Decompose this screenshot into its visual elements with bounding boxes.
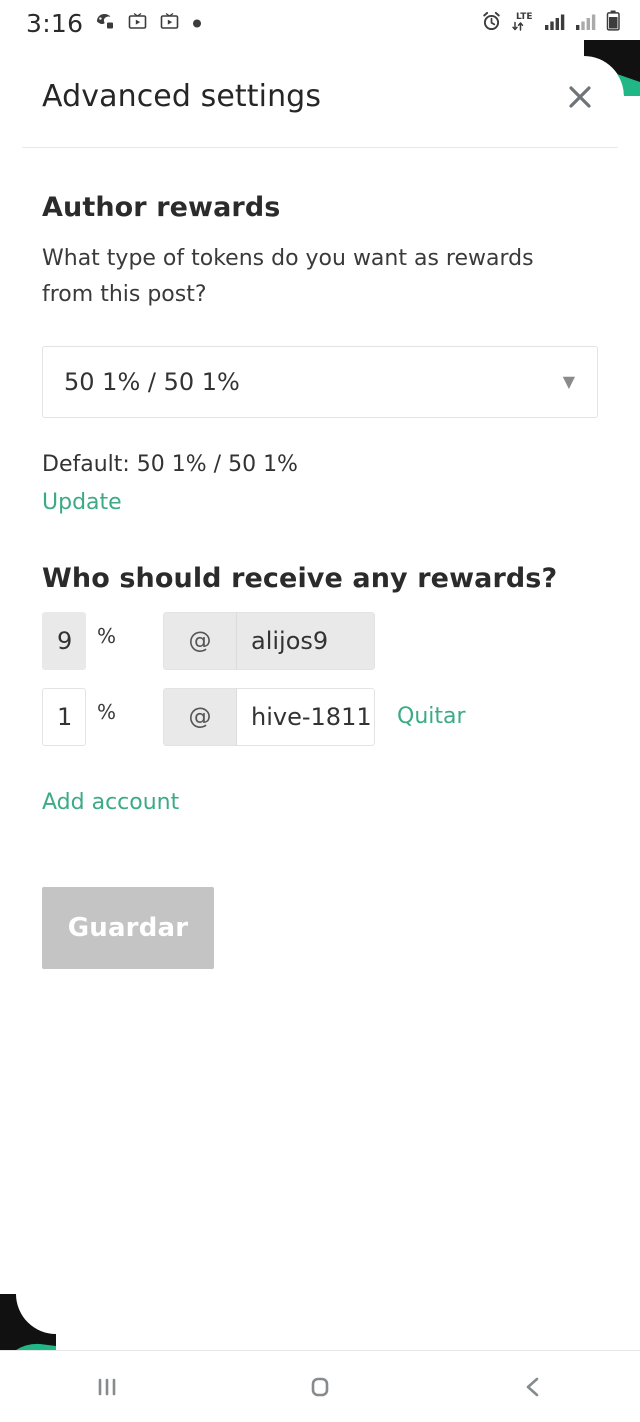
save-button[interactable]: Guardar <box>42 886 214 969</box>
beneficiary-row: % @ <box>42 611 598 670</box>
app-header: Advanced settings <box>0 46 640 147</box>
signal-bars-icon <box>543 10 567 36</box>
percent-group: % <box>42 687 117 746</box>
reward-type-selected-value: 50 1% / 50 1% <box>64 367 240 396</box>
android-nav-bar <box>0 1350 640 1422</box>
chevron-down-icon: ▼ <box>562 371 575 391</box>
header-divider <box>22 147 618 148</box>
at-sign-prefix: @ <box>163 611 238 670</box>
beneficiary-percent-input[interactable] <box>42 687 86 746</box>
svg-text:LTE: LTE <box>516 12 533 22</box>
status-bar-right: LTE <box>480 8 622 38</box>
signal-bars-icon <box>574 10 598 36</box>
settings-content: Author rewards What type of tokens do yo… <box>0 192 640 969</box>
add-account-link[interactable]: Add account <box>42 790 179 815</box>
lte-data-icon: LTE <box>510 8 536 38</box>
beneficiary-percent-input[interactable] <box>42 611 86 670</box>
beneficiary-account-input[interactable] <box>237 687 376 746</box>
percent-sign-label: % <box>97 623 117 648</box>
back-icon[interactable] <box>477 1351 589 1422</box>
recents-icon[interactable] <box>51 1351 163 1422</box>
phone-screen: 3:16 LTE Advanced settings Author reward… <box>0 0 640 1422</box>
author-rewards-description: What type of tokens do you want as rewar… <box>42 246 534 308</box>
percent-group: % <box>42 611 117 670</box>
media-cast-icon <box>127 11 148 36</box>
dot-icon <box>191 14 203 33</box>
account-group: @ <box>163 687 376 746</box>
default-reward-text: Default: 50 1% / 50 1% <box>42 451 298 477</box>
media-cast-icon <box>159 11 180 36</box>
reward-type-select[interactable]: 50 1% / 50 1% ▼ <box>42 345 598 418</box>
status-bar-left: 3:16 <box>26 9 203 38</box>
account-group: @ <box>163 611 376 670</box>
close-icon[interactable] <box>558 75 602 119</box>
notification-icon <box>94 10 116 36</box>
remove-beneficiary-link[interactable]: Quitar <box>397 704 466 729</box>
beneficiaries-heading: Who should receive any rewards? <box>42 562 558 594</box>
at-sign-prefix: @ <box>163 687 238 746</box>
update-link[interactable]: Update <box>42 490 122 515</box>
beneficiary-account-input[interactable] <box>237 611 376 670</box>
status-bar: 3:16 LTE <box>0 0 640 46</box>
battery-icon <box>605 9 622 37</box>
window-corner-bottom-left <box>0 1294 56 1350</box>
beneficiary-row: % @ Quitar <box>42 687 598 746</box>
page-title: Advanced settings <box>42 79 322 114</box>
author-rewards-heading: Author rewards <box>42 192 281 223</box>
alarm-icon <box>480 10 503 37</box>
home-icon[interactable] <box>264 1351 376 1422</box>
status-time: 3:16 <box>26 8 84 38</box>
percent-sign-label: % <box>97 699 117 724</box>
